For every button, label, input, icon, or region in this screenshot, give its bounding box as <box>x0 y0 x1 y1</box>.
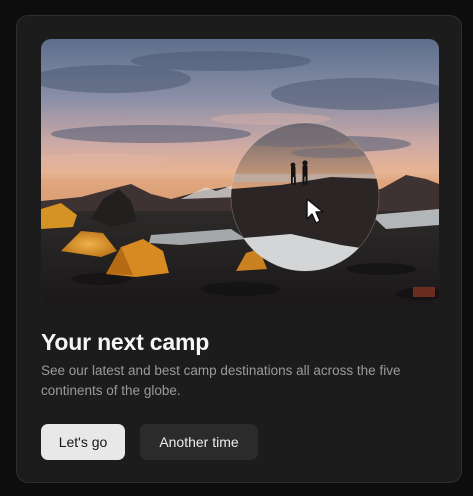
camp-card: Your next camp See our latest and best c… <box>16 15 462 483</box>
card-description: See our latest and best camp destination… <box>41 363 401 398</box>
card-title: Your next camp <box>41 329 210 355</box>
lets-go-button[interactable]: Let's go <box>41 424 125 460</box>
camp-hero-image <box>41 39 439 304</box>
another-time-button[interactable]: Another time <box>140 424 258 460</box>
